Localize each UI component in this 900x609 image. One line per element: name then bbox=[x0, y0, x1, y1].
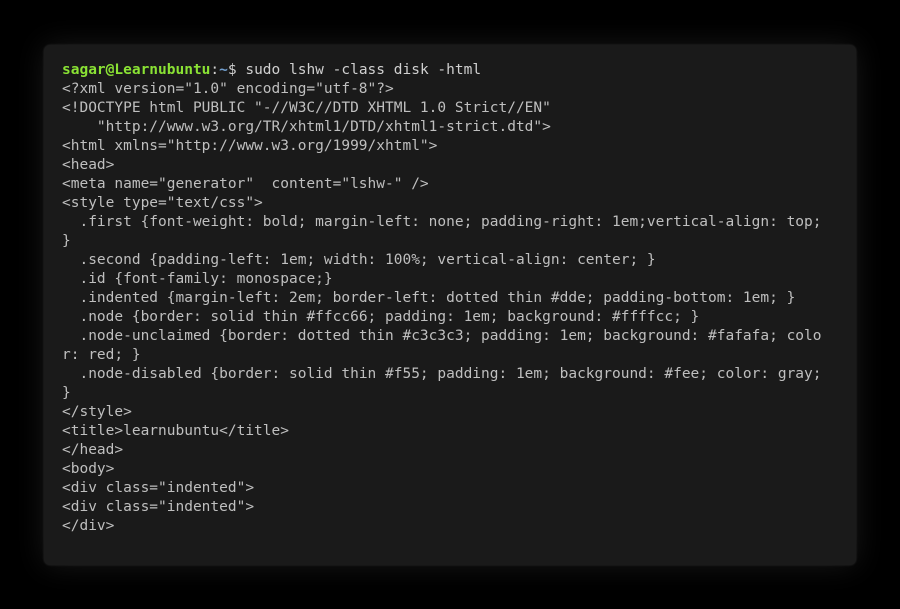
output-line: .node {border: solid thin #ffcc66; paddi… bbox=[62, 309, 699, 325]
output-line: <head> bbox=[62, 157, 114, 173]
output-line: <div class="indented"> bbox=[62, 480, 254, 496]
prompt-user-host: sagar@Learnubuntu bbox=[62, 62, 210, 78]
output-line: .id {font-family: monospace;} bbox=[62, 271, 333, 287]
output-line: <body> bbox=[62, 461, 114, 477]
output-line: .second {padding-left: 1em; width: 100%;… bbox=[62, 252, 656, 268]
terminal-window[interactable]: sagar@Learnubuntu:~$ sudo lshw -class di… bbox=[44, 45, 856, 565]
prompt-path: ~ bbox=[219, 62, 228, 78]
output-line: .node-unclaimed {border: dotted thin #c3… bbox=[62, 328, 822, 363]
prompt-separator: : bbox=[210, 62, 219, 78]
output-line: </head> bbox=[62, 442, 123, 458]
output-line: .indented {margin-left: 2em; border-left… bbox=[62, 290, 795, 306]
output-line: </style> bbox=[62, 404, 132, 420]
output-line: .first {font-weight: bold; margin-left: … bbox=[62, 214, 830, 249]
output-line: <!DOCTYPE html PUBLIC "-//W3C//DTD XHTML… bbox=[62, 100, 551, 116]
output-line: <style type="text/css"> bbox=[62, 195, 263, 211]
output-line: <title>learnubuntu</title> bbox=[62, 423, 289, 439]
output-line: <div class="indented"> bbox=[62, 499, 254, 515]
output-line: .node-disabled {border: solid thin #f55;… bbox=[62, 366, 830, 401]
output-line: <?xml version="1.0" encoding="utf-8"?> bbox=[62, 81, 394, 97]
output-line: "http://www.w3.org/TR/xhtml1/DTD/xhtml1-… bbox=[62, 119, 551, 135]
output-line: <html xmlns="http://www.w3.org/1999/xhtm… bbox=[62, 138, 437, 154]
command-text: sudo lshw -class disk -html bbox=[245, 62, 481, 78]
terminal-content: sagar@Learnubuntu:~$ sudo lshw -class di… bbox=[62, 61, 838, 536]
output-line: <meta name="generator" content="lshw-" /… bbox=[62, 176, 429, 192]
output-line: </div> bbox=[62, 518, 114, 534]
prompt-symbol: $ bbox=[228, 62, 245, 78]
